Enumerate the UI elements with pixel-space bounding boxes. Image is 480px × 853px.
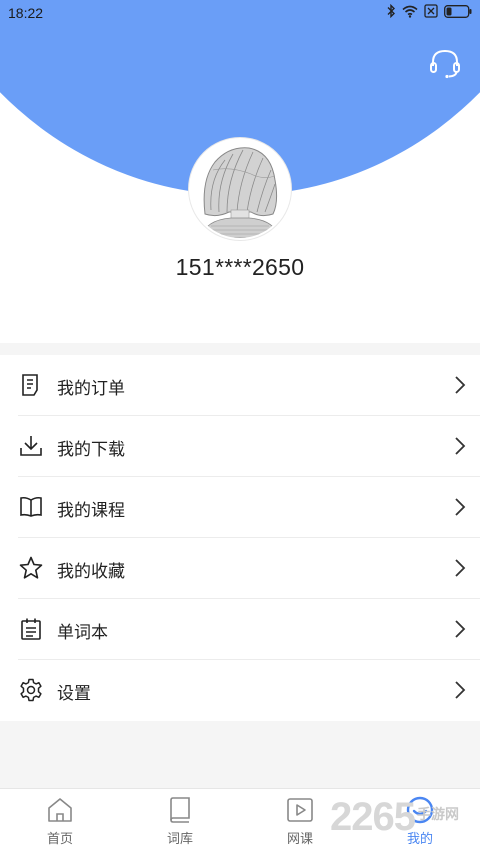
tab-mine[interactable]: 我的 [360,789,480,853]
book-icon [170,797,190,823]
menu-item-wordbook[interactable]: 单词本 [0,599,480,660]
notebook-icon [21,618,41,640]
avatar-image [191,140,289,238]
book-open-icon [20,496,42,517]
menu-item-label: 我的课程 [57,501,125,521]
no-sim-icon [424,4,438,18]
chevron-right-icon [455,559,466,577]
play-icon [287,798,313,822]
menu-item-settings[interactable]: 设置 [0,660,480,721]
menu-item-courses[interactable]: 我的课程 [0,477,480,538]
download-icon [20,436,42,456]
tab-label: 首页 [46,832,73,847]
status-time: 18:22 [8,5,44,21]
avatar[interactable] [189,138,291,240]
wifi-icon [402,5,418,18]
status-bar: 18:22 [0,0,480,26]
tab-label: 词库 [166,832,193,847]
star-icon [19,556,43,579]
customer-service-button[interactable] [428,48,462,80]
gear-icon [20,678,42,702]
home-icon [48,798,72,822]
chevron-right-icon [455,437,466,455]
chevron-right-icon [455,376,466,394]
menu-item-label: 我的收藏 [57,562,125,582]
menu-item-favorites[interactable]: 我的收藏 [0,538,480,599]
user-phone: 151****2650 [175,254,305,280]
menu-item-label: 我的订单 [57,379,125,399]
bluetooth-icon [387,4,395,18]
bottom-tab-bar: 首页 词库 网课 我的 [0,788,480,853]
chevron-right-icon [455,498,466,516]
tab-label: 我的 [406,832,433,847]
tab-online-course[interactable]: 网课 [240,789,360,853]
menu-item-label: 单词本 [57,623,108,643]
profile-icon [406,796,434,824]
tab-wordbank[interactable]: 词库 [120,789,240,853]
menu-item-label: 设置 [57,684,91,704]
menu-item-label: 我的下载 [57,440,125,460]
status-icons [386,4,472,18]
battery-icon [444,4,472,18]
menu-item-downloads[interactable]: 我的下载 [0,416,480,477]
menu-item-orders[interactable]: 我的订单 [0,355,480,416]
chevron-right-icon [455,620,466,638]
tab-home[interactable]: 首页 [0,789,120,853]
tab-label: 网课 [286,832,313,847]
headset-icon [430,49,460,79]
menu-list: 我的订单 我的下载 我的课程 我的收藏 单词本 设置 [0,355,480,721]
order-icon [22,374,38,396]
chevron-right-icon [455,681,466,699]
